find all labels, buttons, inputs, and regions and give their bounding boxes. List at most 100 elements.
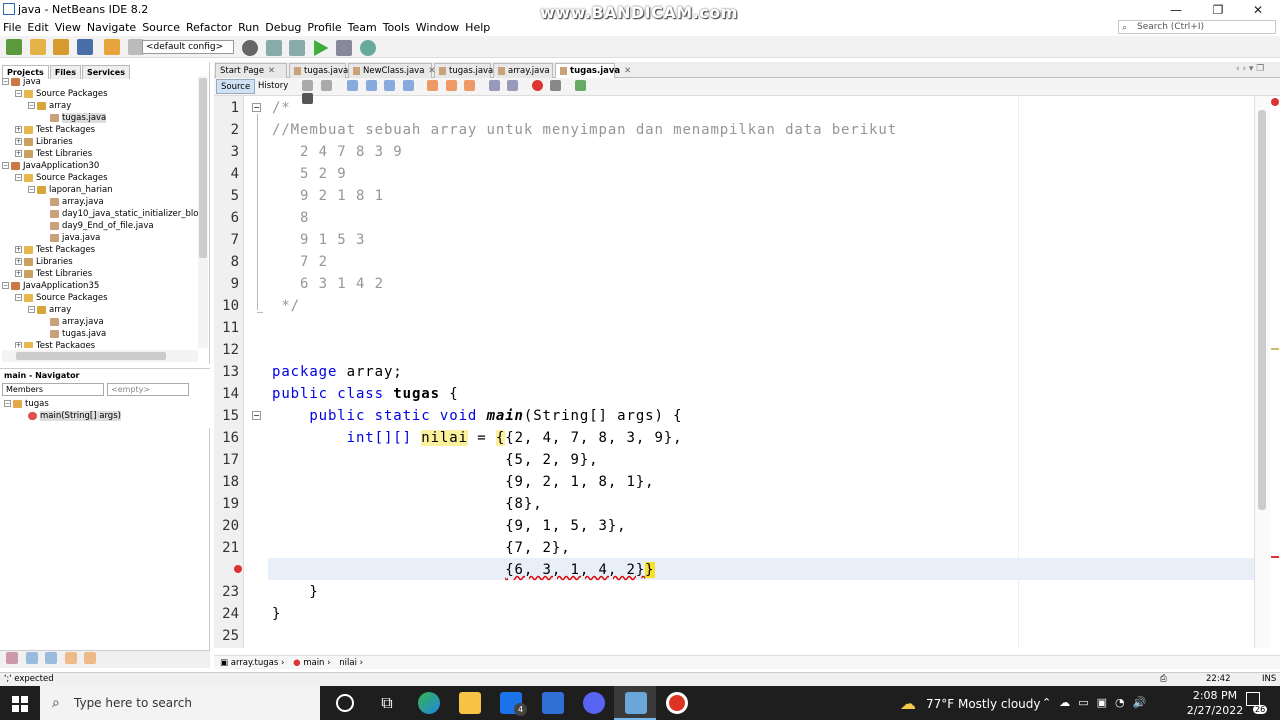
code-line[interactable]: {8}, bbox=[272, 493, 543, 515]
menu-run[interactable]: Run bbox=[235, 20, 262, 36]
expand-toggle-icon[interactable]: + bbox=[15, 150, 22, 157]
menu-team[interactable]: Team bbox=[345, 20, 380, 36]
find-next-icon[interactable] bbox=[384, 80, 395, 91]
minimize-button[interactable]: — bbox=[1156, 0, 1196, 20]
navigator-filter[interactable]: <empty> bbox=[107, 383, 189, 396]
filter-icon[interactable] bbox=[25, 652, 38, 664]
tree-node[interactable]: − array bbox=[2, 304, 198, 316]
maximize-button[interactable]: ❐ bbox=[1198, 0, 1238, 20]
tree-node[interactable]: java.java bbox=[2, 232, 198, 244]
code-line[interactable]: public class tugas { bbox=[272, 383, 459, 405]
file-explorer-icon[interactable] bbox=[459, 692, 481, 714]
close-tab-icon[interactable]: ✕ bbox=[624, 66, 631, 76]
tree-node[interactable]: tugas.java bbox=[2, 112, 198, 124]
clock-time[interactable]: 2:08 PM bbox=[1190, 689, 1240, 702]
stop-macro-icon[interactable] bbox=[550, 80, 561, 91]
navigator-method[interactable]: main(String[] args) bbox=[4, 410, 204, 422]
record-macro-icon[interactable] bbox=[531, 80, 543, 91]
code-line[interactable]: 7 2 bbox=[272, 251, 328, 273]
expand-toggle-icon[interactable]: + bbox=[15, 342, 22, 348]
error-stripe-icon[interactable] bbox=[1271, 98, 1279, 106]
code-line[interactable]: } bbox=[272, 603, 281, 625]
menu-debug[interactable]: Debug bbox=[262, 20, 304, 36]
tree-node[interactable]: array.java bbox=[2, 316, 198, 328]
task-view-icon[interactable]: ⧉ bbox=[376, 692, 398, 714]
expand-toggle-icon[interactable]: + bbox=[15, 246, 22, 253]
expand-toggle-icon[interactable]: − bbox=[15, 294, 22, 301]
breadcrumb-item[interactable]: main bbox=[303, 658, 324, 668]
save-all-icon[interactable] bbox=[76, 39, 93, 55]
editor-tab[interactable]: tugas.java✕ bbox=[289, 63, 359, 78]
filter-icon[interactable] bbox=[64, 652, 77, 664]
expand-toggle-icon[interactable]: − bbox=[2, 162, 9, 169]
tray-icons[interactable]: ⌃☁▭▣◔🔊 bbox=[1042, 696, 1154, 709]
globe-icon[interactable] bbox=[242, 40, 258, 56]
error-stripe-mark[interactable] bbox=[1271, 556, 1279, 558]
shift-left-icon[interactable] bbox=[488, 80, 500, 91]
profile-icon[interactable] bbox=[359, 40, 376, 56]
tree-node[interactable]: − JavaApplication35 bbox=[2, 280, 198, 292]
fold-toggle-icon[interactable]: − bbox=[252, 103, 261, 112]
clock-date[interactable]: 2/27/2022 bbox=[1182, 704, 1248, 717]
code-line[interactable]: int[][] nilai = {{2, 4, 7, 8, 3, 9}, bbox=[272, 427, 683, 449]
code-line[interactable]: } bbox=[272, 581, 319, 603]
open-project-icon[interactable] bbox=[53, 39, 69, 55]
tree-node[interactable]: − Source Packages bbox=[2, 292, 198, 304]
toggle-highlight-icon[interactable] bbox=[402, 80, 414, 91]
tab-scroll-arrows[interactable]: ‹ › ▾ ❐ bbox=[1236, 64, 1264, 74]
expand-toggle-icon[interactable]: + bbox=[15, 258, 22, 265]
fold-toggle-icon[interactable]: − bbox=[252, 411, 261, 420]
find-prev-icon[interactable] bbox=[365, 80, 377, 91]
editor-tab[interactable]: Start Page ✕ bbox=[215, 63, 287, 78]
menu-file[interactable]: File bbox=[0, 20, 24, 36]
close-tab-icon[interactable]: ✕ bbox=[268, 66, 275, 76]
tree-node[interactable]: + Test Libraries bbox=[2, 148, 198, 160]
menu-tools[interactable]: Tools bbox=[380, 20, 413, 36]
error-icon[interactable] bbox=[234, 565, 242, 573]
code-line[interactable]: {6, 3, 1, 4, 2}} bbox=[272, 559, 655, 581]
bookmark-next-icon[interactable] bbox=[464, 80, 475, 91]
editor-tab[interactable]: tugas.java✕ bbox=[555, 63, 631, 78]
code-line[interactable]: {9, 1, 5, 3}, bbox=[272, 515, 627, 537]
menu-refactor[interactable]: Refactor bbox=[183, 20, 235, 36]
discord-icon[interactable] bbox=[583, 692, 605, 714]
back-icon[interactable] bbox=[302, 80, 313, 91]
tree-node[interactable]: − Source Packages bbox=[2, 88, 198, 100]
filter-icon[interactable] bbox=[45, 652, 57, 664]
editor-scroll-thumb[interactable] bbox=[1258, 110, 1266, 510]
expand-toggle-icon[interactable]: − bbox=[28, 186, 35, 193]
shift-right-icon[interactable] bbox=[507, 80, 518, 91]
tree-node[interactable]: + Test Packages bbox=[2, 244, 198, 256]
code-line[interactable]: package array; bbox=[272, 361, 403, 383]
tree-node[interactable]: day9_End_of_file.java bbox=[2, 220, 198, 232]
close-button[interactable]: ✕ bbox=[1238, 0, 1278, 20]
search-input[interactable]: Search (Ctrl+I) bbox=[1118, 20, 1276, 34]
notification-icon[interactable]: ⎙ bbox=[1160, 673, 1167, 686]
windows-start-icon[interactable] bbox=[12, 696, 28, 712]
config-select[interactable]: <default config> bbox=[142, 40, 234, 54]
taskbar-search[interactable]: Type here to search bbox=[40, 686, 320, 720]
expand-toggle-icon[interactable]: + bbox=[15, 126, 22, 133]
editor-tab[interactable]: array.java✕ bbox=[493, 63, 561, 78]
debug-icon[interactable] bbox=[336, 40, 352, 56]
expand-toggle-icon[interactable]: − bbox=[28, 102, 35, 109]
menu-view[interactable]: View bbox=[52, 20, 84, 36]
expand-toggle-icon[interactable]: + bbox=[15, 138, 22, 145]
expand-toggle-icon[interactable]: − bbox=[2, 282, 9, 289]
expand-toggle-icon[interactable]: − bbox=[28, 306, 35, 313]
find-icon[interactable] bbox=[347, 80, 358, 91]
menu-source[interactable]: Source bbox=[139, 20, 183, 36]
clean-build-icon[interactable] bbox=[289, 40, 305, 56]
code-line[interactable]: 2 4 7 8 3 9 bbox=[272, 141, 403, 163]
tree-node[interactable]: − JavaApplication30 bbox=[2, 160, 198, 172]
weather-text[interactable]: 77°F Mostly cloudy bbox=[926, 697, 1041, 711]
bookmark-icon[interactable] bbox=[427, 80, 438, 91]
code-line[interactable]: 5 2 9 bbox=[272, 163, 347, 185]
code-line[interactable]: public static void main(String[] args) { bbox=[272, 405, 682, 427]
expand-toggle-icon[interactable]: + bbox=[15, 270, 22, 277]
expand-toggle-icon[interactable]: − bbox=[15, 90, 22, 97]
tree-node[interactable]: + Test Packages bbox=[2, 124, 198, 136]
forward-icon[interactable] bbox=[320, 80, 332, 91]
cortana-icon[interactable] bbox=[336, 694, 354, 712]
code-line[interactable]: {5, 2, 9}, bbox=[272, 449, 599, 471]
